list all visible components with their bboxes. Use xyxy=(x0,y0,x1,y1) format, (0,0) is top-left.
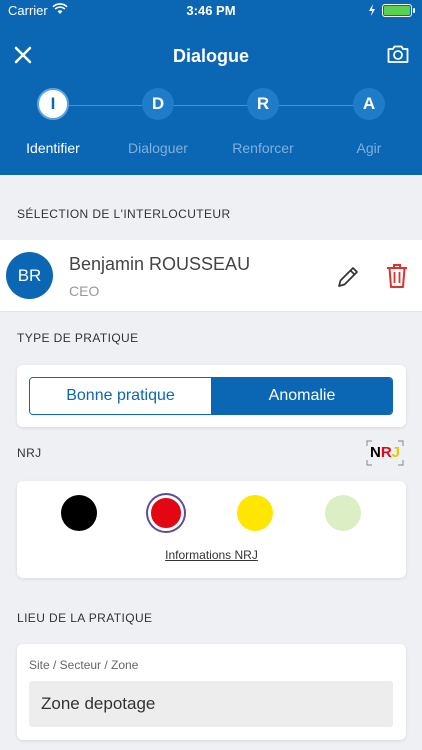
step-circle: D xyxy=(142,88,174,120)
camera-icon[interactable] xyxy=(386,42,410,66)
nrj-logo: NRJ xyxy=(366,440,404,466)
lieu-card: Site / Secteur / Zone Zone depotage xyxy=(17,644,406,740)
step-renforcer[interactable]: R Renforcer xyxy=(213,88,313,156)
nrj-color-black[interactable] xyxy=(61,495,97,531)
app-header: Carrier 3:46 PM Dialogue I Identifier D xyxy=(0,0,422,175)
trash-icon[interactable] xyxy=(385,262,409,290)
step-identifier[interactable]: I Identifier xyxy=(3,88,103,156)
interlocuteur-section-title: SÉLECTION DE L'INTERLOCUTEUR xyxy=(17,207,231,221)
site-field-input[interactable]: Zone depotage xyxy=(29,681,393,727)
pratique-segmented-control: Bonne pratique Anomalie xyxy=(29,377,393,415)
navigation-bar: Dialogue xyxy=(0,36,422,76)
contact-row[interactable]: BR Benjamin ROUSSEAU CEO xyxy=(0,240,422,312)
lieu-section-title: LIEU DE LA PRATIQUE xyxy=(17,611,153,625)
status-bar: Carrier 3:46 PM xyxy=(0,0,422,22)
step-indicator: I Identifier D Dialoguer R Renforcer A A… xyxy=(0,88,422,158)
nrj-color-red[interactable] xyxy=(148,495,184,531)
step-circle: R xyxy=(247,88,279,120)
step-label: Identifier xyxy=(26,140,80,156)
edit-icon[interactable] xyxy=(335,264,361,290)
clock: 3:46 PM xyxy=(186,3,236,18)
pratique-card: Bonne pratique Anomalie xyxy=(17,365,406,427)
battery-icon xyxy=(382,4,415,17)
nrj-color-yellow[interactable] xyxy=(237,495,273,531)
step-label: Dialoguer xyxy=(128,140,188,156)
step-dialoguer[interactable]: D Dialoguer xyxy=(108,88,208,156)
contact-role: CEO xyxy=(69,283,100,299)
segment-anomalie[interactable]: Anomalie xyxy=(211,378,392,414)
charging-icon xyxy=(369,4,375,16)
nrj-color-green[interactable] xyxy=(325,495,361,531)
nrj-info-link[interactable]: Informations NRJ xyxy=(17,548,406,562)
step-label: Agir xyxy=(356,140,382,156)
avatar: BR xyxy=(6,252,53,299)
segment-bonne-pratique[interactable]: Bonne pratique xyxy=(30,378,211,414)
step-circle: I xyxy=(37,88,69,120)
contact-name: Benjamin ROUSSEAU xyxy=(69,254,251,274)
pratique-section-title: TYPE DE PRATIQUE xyxy=(17,331,139,345)
step-label: Renforcer xyxy=(232,140,294,156)
page-title: Dialogue xyxy=(172,46,249,66)
step-circle: A xyxy=(353,88,385,120)
nrj-section-title: NRJ xyxy=(17,446,42,460)
site-field-label: Site / Secteur / Zone xyxy=(29,658,139,672)
step-agir[interactable]: A Agir xyxy=(319,88,419,156)
nrj-card: Informations NRJ xyxy=(17,481,406,578)
